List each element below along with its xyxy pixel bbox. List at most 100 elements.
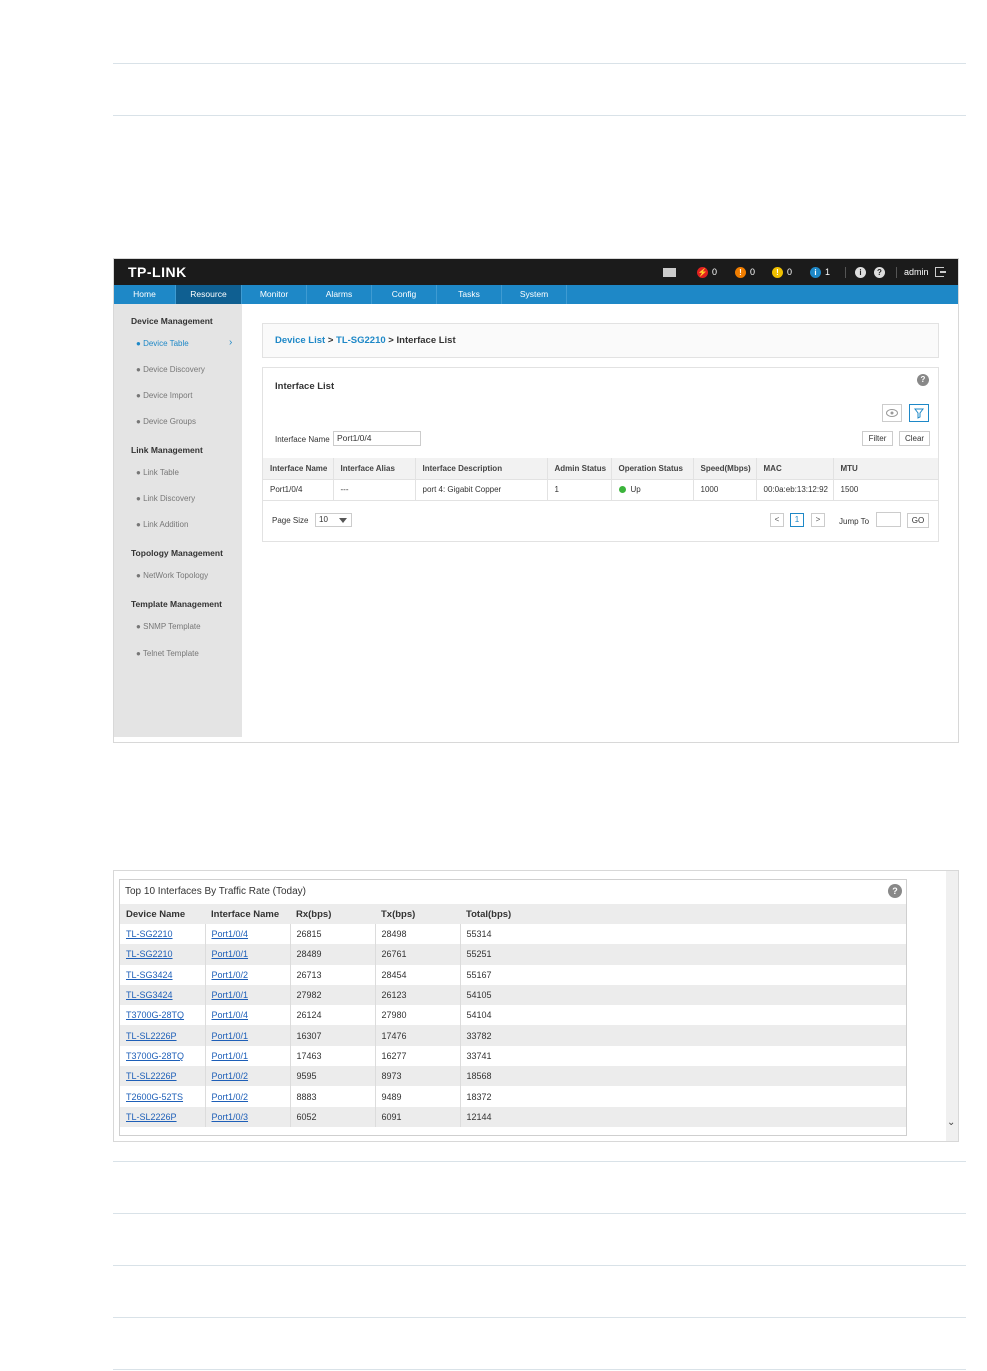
cell-interface-name-link[interactable]: Port1/0/4	[212, 929, 249, 939]
tab-home[interactable]: Home	[114, 285, 176, 304]
sidebar-item-telnet-template[interactable]: ● Telnet Template	[136, 649, 199, 658]
column-header[interactable]: Device Name	[120, 904, 205, 924]
logout-icon[interactable]	[935, 259, 946, 285]
major-alarm[interactable]: ! 0	[735, 259, 755, 285]
critical-alarm-count: 0	[712, 267, 718, 277]
cell-total: 33741	[466, 1050, 492, 1061]
column-header[interactable]: Admin Status	[547, 458, 612, 480]
column-header[interactable]: Tx(bps)	[375, 904, 460, 924]
cell-total: 54105	[466, 990, 492, 1001]
column-header[interactable]: MTU	[833, 458, 938, 480]
top-interfaces-screenshot: ⌄ Top 10 Interfaces By Traffic Rate (Tod…	[113, 870, 959, 1142]
cell-device-name-link[interactable]: TL-SL2226P	[126, 1112, 177, 1122]
sidebar-item-device-import[interactable]: ● Device Import	[136, 391, 192, 400]
cell-interface-name-link[interactable]: Port1/0/1	[212, 990, 249, 1000]
filter-icon[interactable]	[909, 404, 929, 422]
admin-user[interactable]: admin	[904, 259, 929, 285]
column-header[interactable]: Interface Alias	[333, 458, 416, 480]
sidebar-item-link-table[interactable]: ● Link Table	[136, 468, 179, 477]
about-icon[interactable]: i	[855, 259, 870, 285]
sidebar-item-device-discovery[interactable]: ● Device Discovery	[136, 365, 205, 374]
help-icon[interactable]: ?	[917, 374, 929, 386]
table-cell: TL-SG3424	[120, 984, 206, 1006]
table-cell: Port1/0/2	[205, 1066, 291, 1087]
breadcrumb-device[interactable]: TL-SG2210	[336, 335, 386, 346]
cell-device-name-link[interactable]: TL-SG3424	[126, 990, 173, 1000]
cell-speed: 1000	[693, 479, 757, 501]
sidebar-heading-topology-management: Topology Management	[131, 548, 223, 558]
cell-interface-name-link[interactable]: Port1/0/2	[212, 970, 249, 980]
cell-device-name-link[interactable]: T3700G-28TQ	[126, 1051, 184, 1061]
table-row: TL-SG3424 Port1/0/2 26713 28454 55167	[120, 964, 906, 985]
column-header[interactable]: Interface Name	[205, 904, 290, 924]
tab-monitor[interactable]: Monitor	[242, 285, 307, 304]
mail-icon[interactable]	[663, 259, 676, 285]
cell-device-name-link[interactable]: T3700G-28TQ	[126, 1010, 184, 1020]
filter-button[interactable]: Filter	[862, 431, 893, 446]
page-size-select[interactable]: 10	[315, 513, 352, 527]
column-header[interactable]: Rx(bps)	[290, 904, 375, 924]
breadcrumb-device-list[interactable]: Device List	[275, 335, 325, 346]
sidebar-item-link-discovery[interactable]: ● Link Discovery	[136, 494, 195, 503]
tab-tasks[interactable]: Tasks	[437, 285, 502, 304]
table-cell: 54104	[460, 1005, 906, 1025]
cell-interface-name-link[interactable]: Port1/0/4	[212, 1010, 249, 1020]
column-header[interactable]: Operation Status	[611, 458, 694, 480]
cell-interface-name-link[interactable]: Port1/0/3	[212, 1112, 249, 1122]
cell-interface-name-link[interactable]: Port1/0/1	[212, 949, 249, 959]
clear-button[interactable]: Clear	[899, 431, 930, 446]
cell-device-name-link[interactable]: TL-SG2210	[126, 949, 173, 959]
help-icon[interactable]: ?	[874, 259, 889, 285]
tab-system[interactable]: System	[502, 285, 567, 304]
table-cell: 55251	[460, 944, 906, 965]
chevron-down-icon[interactable]: ⌄	[947, 1117, 955, 1128]
cell-interface-name-link[interactable]: Port1/0/2	[212, 1092, 249, 1102]
info-alarm-icon: i	[810, 266, 821, 278]
scrollbar[interactable]	[946, 871, 958, 1141]
sidebar-item-device-groups[interactable]: ● Device Groups	[136, 417, 196, 426]
interface-name-input[interactable]: Port1/0/4	[333, 431, 421, 446]
table-row[interactable]: Port1/0/4 --- port 4: Gigabit Copper 1 U…	[263, 479, 938, 501]
critical-alarm[interactable]: ⚡ 0	[697, 259, 717, 285]
column-header[interactable]: Interface Description	[415, 458, 548, 480]
info-alarm-count: 1	[825, 267, 831, 277]
table-row: TL-SL2226P Port1/0/1 16307 17476 33782	[120, 1025, 906, 1046]
table-cell: 9595	[290, 1066, 376, 1087]
cell-device-name-link[interactable]: TL-SG2210	[126, 929, 173, 939]
sidebar-item-device-table[interactable]: ● Device Table	[136, 339, 189, 348]
tab-alarms[interactable]: Alarms	[307, 285, 372, 304]
current-page-button[interactable]: 1	[790, 513, 804, 527]
minor-alarm[interactable]: ! 0	[772, 259, 792, 285]
cell-device-name-link[interactable]: TL-SG3424	[126, 970, 173, 980]
go-button[interactable]: GO	[907, 513, 929, 528]
cell-interface-name-link[interactable]: Port1/0/1	[212, 1031, 249, 1041]
jump-to-input[interactable]	[876, 512, 901, 527]
column-header[interactable]: MAC	[756, 458, 834, 480]
column-header[interactable]: Total(bps)	[460, 904, 906, 924]
prev-page-button[interactable]: <	[770, 513, 784, 527]
eye-icon[interactable]	[882, 404, 902, 422]
cell-device-name-link[interactable]: T2600G-52TS	[126, 1092, 183, 1102]
cell-interface-name-link[interactable]: Port1/0/2	[212, 1071, 249, 1081]
cell-tx: 9489	[381, 1091, 402, 1102]
sidebar-item-snmp-template[interactable]: ● SNMP Template	[136, 622, 201, 631]
help-icon[interactable]: ?	[888, 884, 902, 898]
next-page-button[interactable]: >	[811, 513, 825, 527]
table-cell: 54105	[460, 984, 906, 1006]
tab-resource[interactable]: Resource	[176, 285, 242, 304]
divider-line	[113, 1161, 966, 1162]
info-alarm[interactable]: i 1	[810, 259, 830, 285]
page-size-label: Page Size	[272, 516, 309, 525]
sidebar-item-network-topology[interactable]: ● NetWork Topology	[136, 571, 208, 580]
table-cell: Port1/0/2	[205, 964, 291, 985]
tab-config[interactable]: Config	[372, 285, 437, 304]
cell-device-name-link[interactable]: TL-SL2226P	[126, 1071, 177, 1081]
column-header[interactable]: Speed(Mbps)	[693, 458, 757, 480]
cell-device-name-link[interactable]: TL-SL2226P	[126, 1031, 177, 1041]
interface-list-panel: Interface List ? Interface Name Port1/0/…	[262, 367, 939, 542]
cell-interface-name-link[interactable]: Port1/0/1	[212, 1051, 249, 1061]
sidebar-item-link-addition[interactable]: ● Link Addition	[136, 520, 188, 529]
sidebar: Device Management ● Device Table › ● Dev…	[114, 304, 242, 737]
column-header[interactable]: Interface Name	[263, 458, 334, 480]
table-row: TL-SL2226P Port1/0/2 9595 8973 18568	[120, 1066, 906, 1087]
